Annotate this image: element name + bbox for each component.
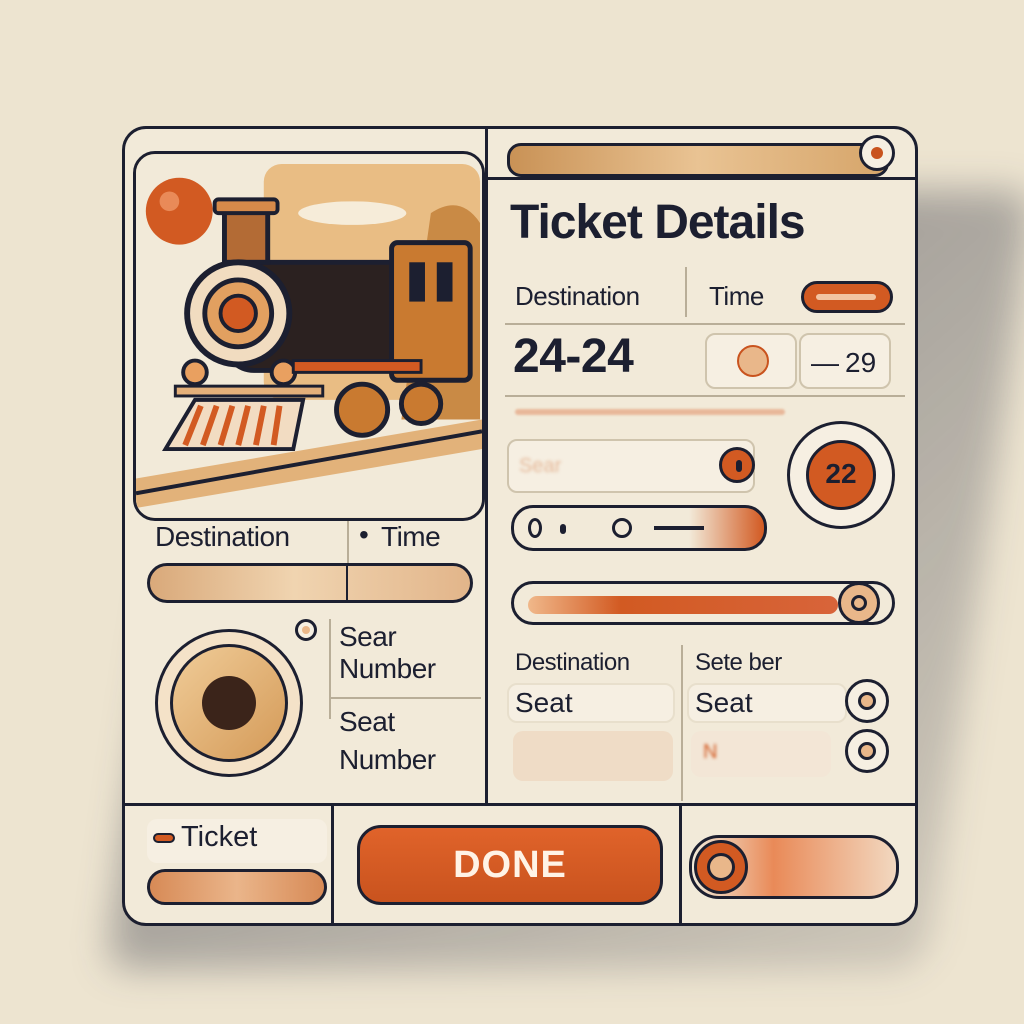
seat-label-divider-v — [329, 619, 331, 719]
row-divider — [505, 323, 905, 325]
seat-field-1-label: Seat — [515, 687, 573, 718]
seat-dial[interactable] — [155, 629, 303, 777]
seat-label-1: Sear Number — [339, 621, 436, 684]
left-time-slider[interactable] — [147, 563, 473, 603]
seat-field-2[interactable]: Seat — [687, 683, 847, 723]
dial-indicator — [295, 619, 317, 641]
time-value: 24-24 — [513, 330, 634, 383]
footer-divider-2 — [679, 805, 682, 923]
destination-label: Destination — [515, 281, 640, 311]
placeholder-line — [515, 409, 785, 415]
seat-slider[interactable] — [511, 505, 767, 551]
seat-number-value: 22 — [825, 458, 857, 489]
footer-divider-1 — [331, 805, 334, 923]
time-field[interactable]: — 29 — [799, 333, 891, 389]
time-label: Time — [709, 281, 764, 311]
time-knob-box[interactable] — [705, 333, 797, 389]
horizontal-divider — [125, 803, 915, 806]
ticket-label-box: Ticket — [147, 819, 327, 863]
left-time-label: Time — [381, 521, 441, 552]
seat-search-field[interactable]: Sear — [507, 439, 755, 493]
seat-input-1[interactable] — [513, 731, 673, 781]
seat-radio-1[interactable] — [845, 679, 889, 723]
ticket-window: Ticket Details Destination Time 24-24 — … — [122, 126, 918, 926]
record-icon[interactable] — [859, 135, 895, 171]
grid-divider — [681, 645, 683, 801]
ticket-icon — [153, 833, 175, 843]
page-title: Ticket Details — [510, 196, 806, 249]
seat-number-badge[interactable]: 22 — [787, 421, 895, 529]
ticket-label: Ticket — [181, 821, 258, 853]
row-divider — [685, 267, 687, 317]
left-destination-label: Destination — [155, 521, 290, 552]
header-rule — [485, 177, 915, 180]
time-toggle[interactable] — [801, 281, 893, 313]
grid-destination-header: Destination — [515, 649, 630, 676]
label-divider — [347, 521, 349, 563]
footer-toggle[interactable] — [689, 835, 899, 899]
seat-field-2-label: Seat — [695, 687, 753, 718]
seat-toggle[interactable] — [719, 447, 755, 483]
bullet-icon: • — [359, 519, 369, 550]
seat-label-divider-h — [331, 697, 481, 699]
train-illustration — [133, 151, 485, 521]
seat-radio-2[interactable] — [845, 729, 889, 773]
seat-label-2: Seat Number — [339, 706, 436, 775]
footer-toggle-thumb[interactable] — [694, 840, 748, 894]
slider-thumb[interactable] — [838, 582, 880, 624]
row-divider — [505, 395, 905, 397]
seat-field-1[interactable]: Seat — [507, 683, 675, 723]
done-button[interactable]: DONE — [357, 825, 663, 905]
progress-slider[interactable] — [511, 581, 895, 625]
steam-train-icon — [136, 154, 482, 518]
vertical-divider — [485, 129, 488, 805]
seat-input-2[interactable]: N — [691, 731, 831, 777]
ticket-bar[interactable] — [147, 869, 327, 905]
title-bar — [507, 143, 889, 177]
grid-seat-header: Sete ber — [695, 649, 782, 676]
